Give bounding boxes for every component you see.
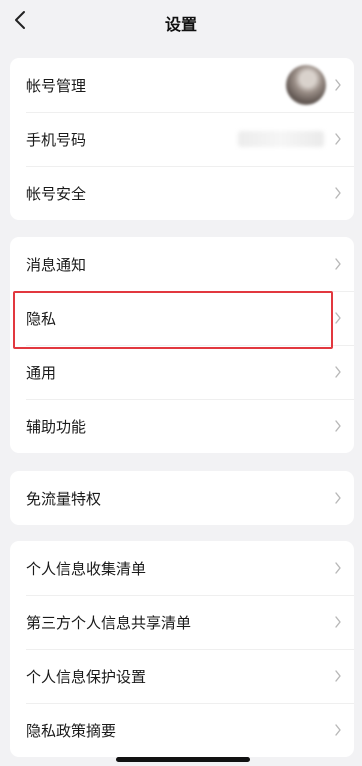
settings-item-data-free-privilege[interactable]: 免流量特权 [10, 471, 354, 525]
chevron-right-icon [335, 562, 341, 574]
settings-item-third-party-sharing-list[interactable]: 第三方个人信息共享清单 [10, 595, 354, 649]
settings-item-privacy-policy-summary[interactable]: 隐私政策摘要 [10, 703, 354, 757]
chevron-right-icon [335, 616, 341, 628]
chevron-right-icon [335, 258, 341, 270]
item-label: 隐私 [26, 309, 57, 328]
item-label: 手机号码 [26, 130, 87, 149]
item-label: 通用 [26, 363, 57, 382]
settings-item-info-protection-settings[interactable]: 个人信息保护设置 [10, 649, 354, 703]
chevron-right-icon [335, 133, 341, 145]
chevron-right-icon [335, 724, 341, 736]
general-settings-group: 消息通知 隐私 通用 辅助功能 [10, 237, 354, 453]
item-label: 消息通知 [26, 255, 87, 274]
settings-item-general[interactable]: 通用 [10, 345, 354, 399]
chevron-right-icon [335, 366, 341, 378]
data-free-group: 免流量特权 [10, 471, 354, 525]
chevron-right-icon [335, 79, 341, 91]
item-label: 帐号管理 [26, 76, 87, 95]
settings-item-privacy[interactable]: 隐私 [10, 291, 354, 345]
chevron-right-icon [335, 312, 341, 324]
settings-item-phone-number[interactable]: 手机号码 [10, 112, 354, 166]
settings-item-info-collection-list[interactable]: 个人信息收集清单 [10, 541, 354, 595]
settings-page: 设置 帐号管理 手机号码 帐号安全 消息通知 隐私 通用 辅助功能 免流量特权 … [0, 0, 362, 766]
page-title: 设置 [164, 15, 197, 34]
item-label: 隐私政策摘要 [26, 721, 117, 740]
account-group: 帐号管理 手机号码 帐号安全 [10, 58, 354, 220]
chevron-right-icon [335, 492, 341, 504]
settings-item-account-security[interactable]: 帐号安全 [10, 166, 354, 220]
item-label: 个人信息收集清单 [26, 559, 147, 578]
settings-item-account-management[interactable]: 帐号管理 [10, 58, 354, 112]
chevron-right-icon [335, 670, 341, 682]
navigation-bar: 设置 [0, 0, 362, 44]
item-label: 免流量特权 [26, 489, 102, 508]
chevron-right-icon [335, 187, 341, 199]
item-label: 个人信息保护设置 [26, 667, 147, 686]
item-label: 第三方个人信息共享清单 [26, 613, 192, 632]
personal-info-group: 个人信息收集清单 第三方个人信息共享清单 个人信息保护设置 隐私政策摘要 [10, 541, 354, 757]
avatar [286, 65, 326, 105]
item-label: 帐号安全 [26, 184, 87, 203]
chevron-right-icon [335, 420, 341, 432]
home-indicator [116, 757, 250, 762]
settings-item-accessibility[interactable]: 辅助功能 [10, 399, 354, 453]
masked-phone-value [238, 131, 324, 147]
item-label: 辅助功能 [26, 417, 87, 436]
settings-item-notifications[interactable]: 消息通知 [10, 237, 354, 291]
